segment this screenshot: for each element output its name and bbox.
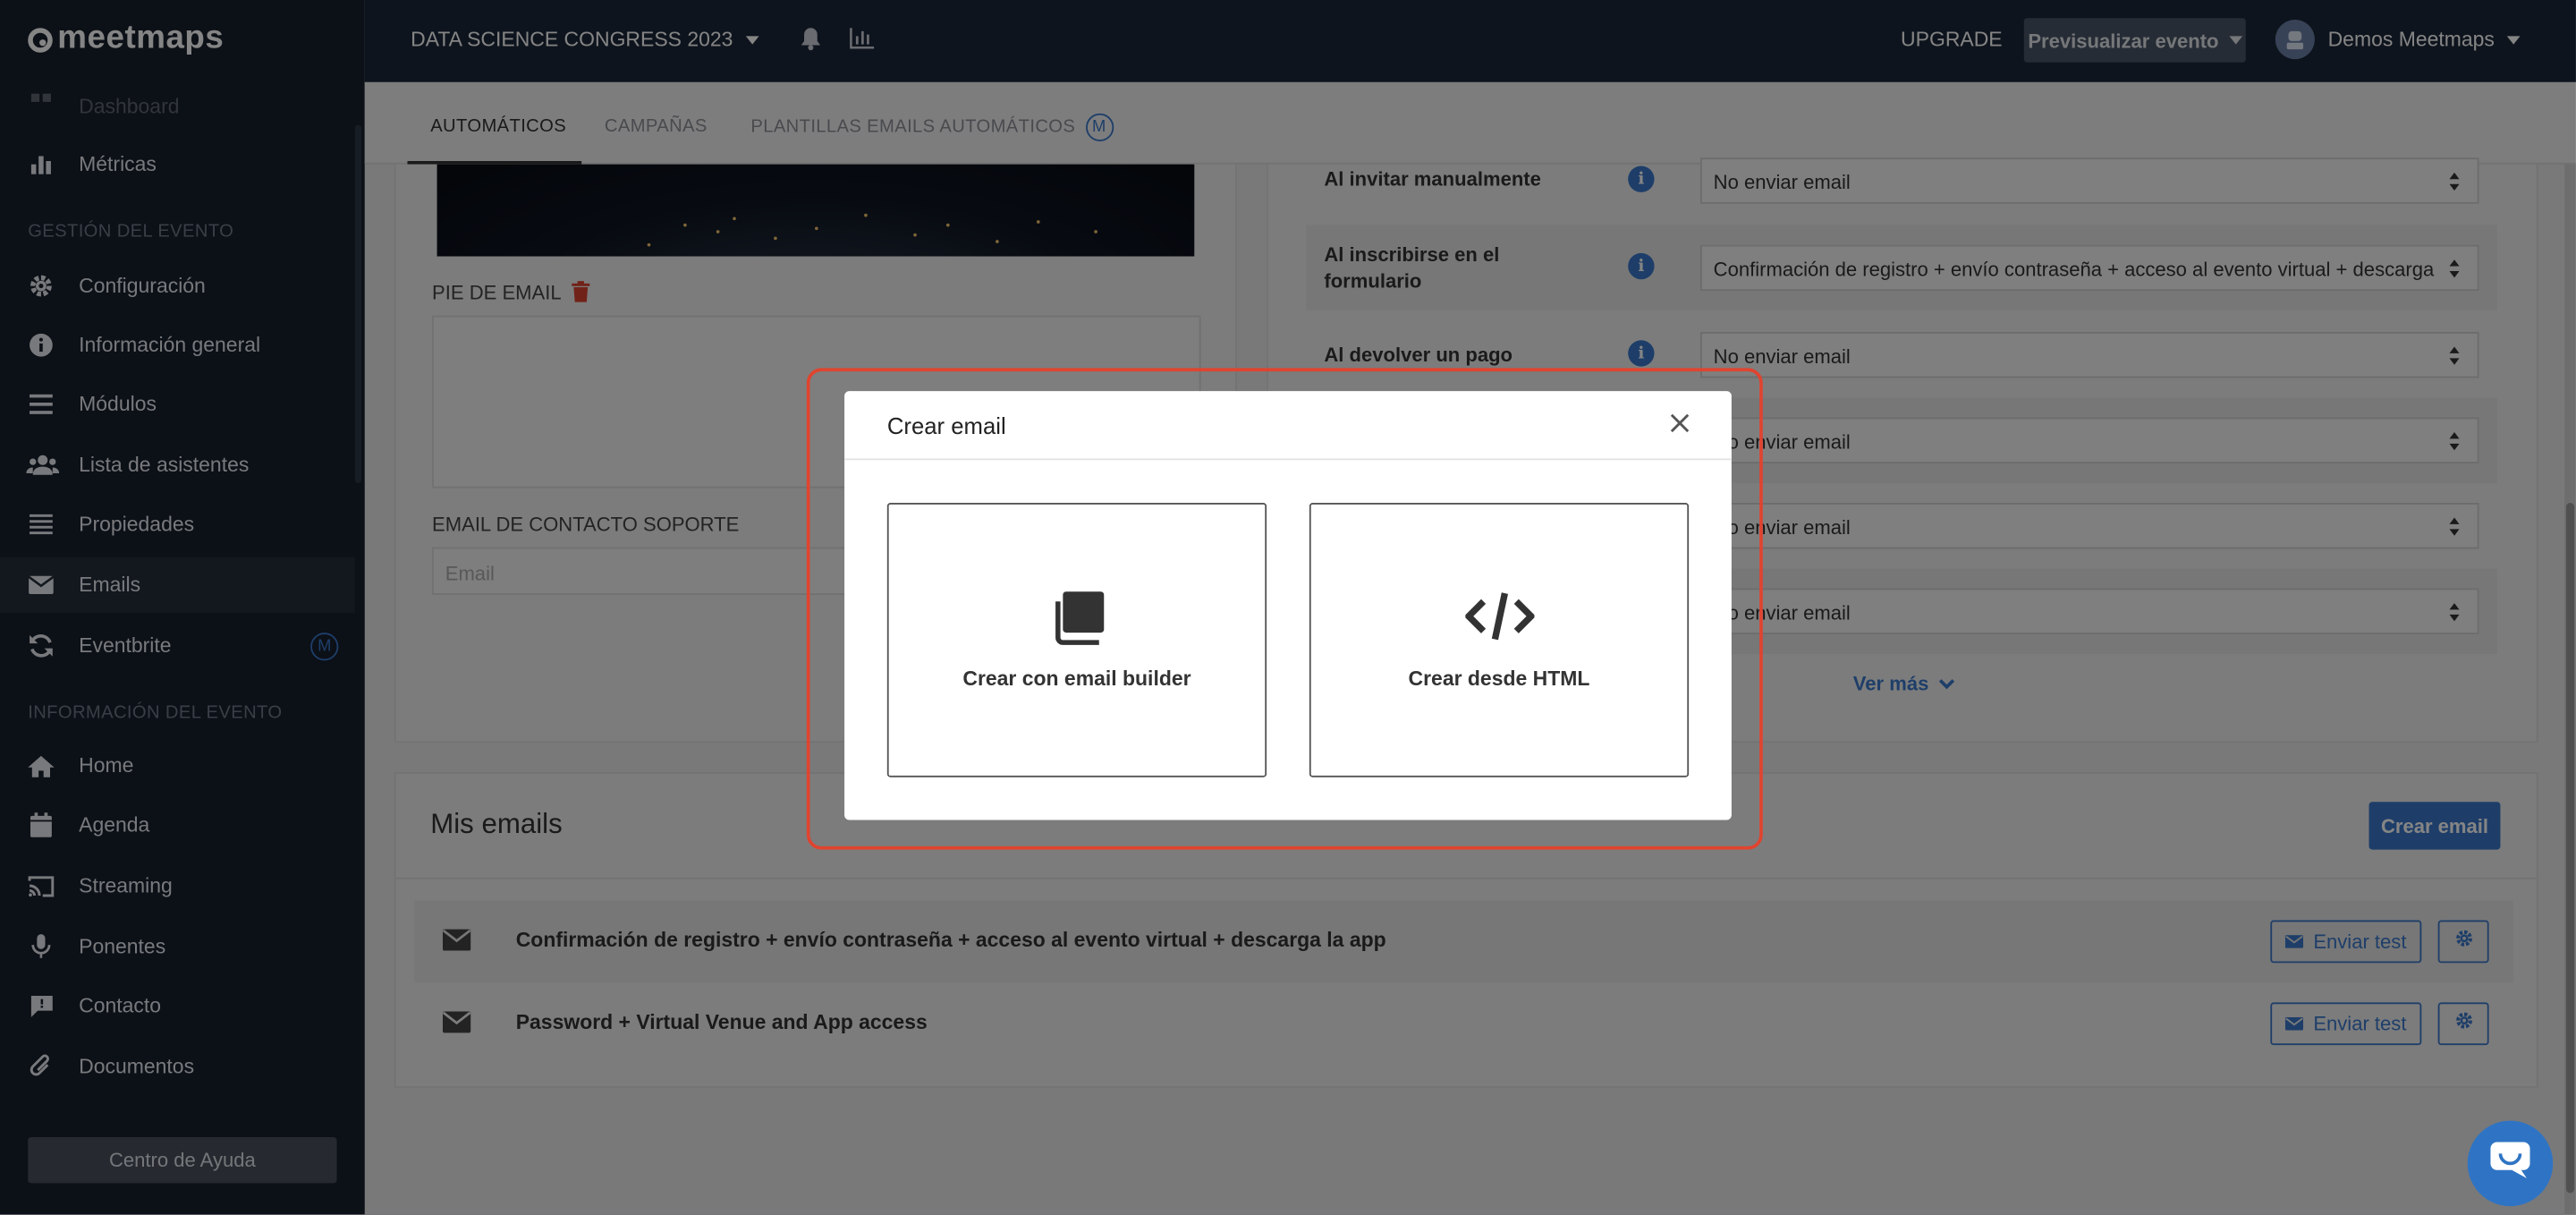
create-with-builder-option[interactable]: Crear con email builder bbox=[886, 503, 1267, 777]
chat-bubble-icon bbox=[2487, 1138, 2533, 1189]
code-icon bbox=[1311, 590, 1688, 642]
create-email-modal: Crear email Crear con email builder Crea… bbox=[844, 391, 1732, 820]
support-chat-button[interactable] bbox=[2467, 1120, 2554, 1207]
builder-option-label: Crear con email builder bbox=[962, 667, 1191, 691]
copy-icon bbox=[889, 590, 1266, 645]
html-option-label: Crear desde HTML bbox=[1408, 667, 1590, 691]
create-from-html-option[interactable]: Crear desde HTML bbox=[1309, 503, 1690, 777]
close-icon[interactable] bbox=[1669, 412, 1690, 442]
app-root: meetmaps Dashboard Métricas GESTIÓN DEL … bbox=[0, 0, 2576, 1215]
modal-header: Crear email bbox=[844, 391, 1732, 461]
modal-title: Crear email bbox=[886, 412, 1006, 439]
